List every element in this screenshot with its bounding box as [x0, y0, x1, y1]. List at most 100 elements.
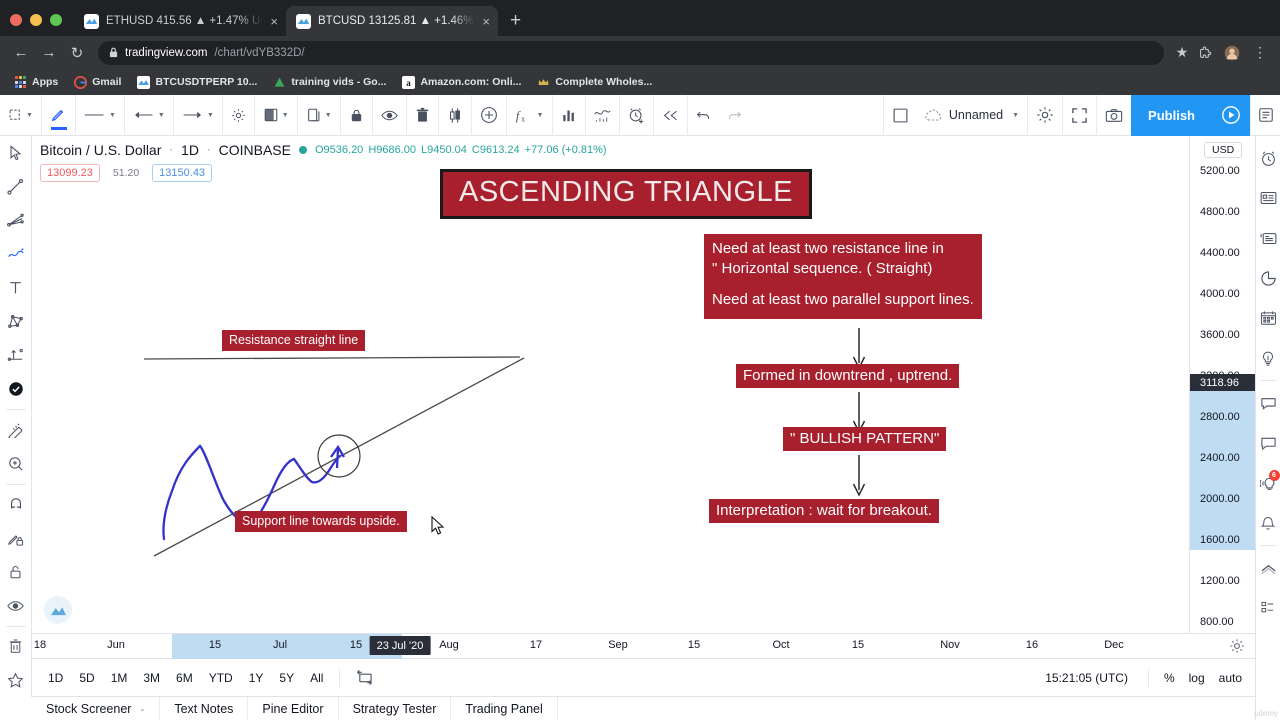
magnet-tool[interactable] — [0, 372, 32, 406]
minimize-window-button[interactable] — [30, 14, 42, 26]
fullscreen-button[interactable] — [1062, 94, 1096, 136]
shape-tool[interactable]: ▼ — [253, 94, 297, 136]
play-circle-icon[interactable] — [1212, 94, 1250, 136]
fib-tool[interactable] — [0, 204, 32, 238]
pattern-tool[interactable] — [0, 305, 32, 339]
snapshot-button[interactable] — [1096, 94, 1131, 136]
list-menu-icon[interactable] — [1250, 94, 1280, 136]
undo-tool[interactable] — [686, 94, 719, 136]
bookmark-training-vids[interactable]: training vids - Go... — [265, 76, 394, 89]
public-chats-icon[interactable] — [1256, 423, 1280, 463]
text-tool[interactable] — [0, 271, 32, 305]
calendar-icon[interactable] — [1256, 298, 1280, 338]
forward-icon[interactable]: → — [36, 40, 62, 66]
scale-log-button[interactable]: log — [1182, 671, 1212, 685]
bookmark-btcusdtperp[interactable]: BTCUSDTPERP 10... — [129, 75, 265, 89]
trend-line-tool[interactable] — [0, 170, 32, 204]
streams-icon[interactable]: 6 — [1256, 463, 1280, 503]
tab-text-notes[interactable]: Text Notes — [160, 697, 249, 720]
price-scale[interactable]: USD 5200.00 4800.00 4400.00 4000.00 3600… — [1189, 136, 1255, 633]
bookmark-amazon[interactable]: a Amazon.com: Onli... — [394, 75, 529, 89]
magnet-mode-tool[interactable] — [0, 488, 32, 522]
cursor-tool[interactable] — [0, 136, 32, 170]
timeframe-1y[interactable]: 1Y — [241, 671, 272, 685]
watchlist-icon[interactable] — [1256, 138, 1280, 178]
trend-line-tool[interactable]: ▼ — [74, 94, 124, 136]
alerts-icon[interactable] — [1256, 503, 1280, 543]
magnet-settings-tool[interactable] — [221, 94, 254, 136]
collapse-icon[interactable] — [1256, 548, 1280, 588]
browser-tab-btc[interactable]: BTCUSD 13125.81 ▲ +1.46% U × — [286, 6, 498, 36]
timeframe-1m[interactable]: 1M — [103, 671, 136, 685]
timeframe-ytd[interactable]: YTD — [201, 671, 241, 685]
remove-drawings-tool[interactable] — [0, 630, 32, 664]
new-tab-button[interactable]: + — [498, 11, 533, 36]
bookmark-complete-wholes[interactable]: Complete Wholes... — [529, 76, 660, 89]
close-icon[interactable]: × — [270, 15, 278, 28]
redo-tool[interactable] — [719, 95, 750, 136]
address-bar[interactable]: tradingview.com/chart/vdYB332D/ — [98, 40, 1164, 65]
reload-icon[interactable]: ↻ — [64, 40, 90, 66]
scale-percent-button[interactable]: % — [1157, 671, 1182, 685]
replay-back-tool[interactable] — [652, 94, 687, 136]
back-icon[interactable]: ← — [8, 40, 34, 66]
forecast-tool[interactable] — [0, 339, 32, 373]
compare-tool[interactable] — [584, 94, 619, 136]
timeframe-5y[interactable]: 5Y — [271, 671, 302, 685]
browser-menu-icon[interactable]: ⋮ — [1250, 44, 1270, 61]
alert-tool[interactable] — [618, 94, 653, 136]
scale-auto-button[interactable]: auto — [1212, 671, 1249, 685]
puzzle-icon[interactable] — [1198, 45, 1218, 60]
visibility-tool[interactable] — [371, 94, 406, 136]
drawing-lock-tool[interactable] — [0, 521, 32, 555]
favorites-tool[interactable] — [0, 663, 32, 697]
avatar-icon[interactable] — [1224, 45, 1244, 61]
pencil-tool[interactable] — [40, 94, 75, 136]
zoom-tool[interactable] — [0, 447, 32, 481]
brush-tool[interactable] — [0, 237, 32, 271]
bookmark-star-icon[interactable]: ★ — [1172, 44, 1192, 61]
hide-all-tool[interactable] — [0, 589, 32, 623]
fx-indicators-tool[interactable]: f x ▼ — [505, 94, 552, 136]
tab-stock-screener[interactable]: Stock Screener ⌄ — [32, 697, 161, 720]
copy-tool[interactable]: ▼ — [296, 94, 340, 136]
tab-strategy-tester[interactable]: Strategy Tester — [339, 697, 452, 720]
tab-pine-editor[interactable]: Pine Editor — [248, 697, 339, 720]
maximize-window-button[interactable] — [50, 14, 62, 26]
browser-tab-eth[interactable]: ETHUSD 415.56 ▲ +1.47% Uni × — [74, 6, 286, 36]
data-window-icon[interactable] — [1256, 258, 1280, 298]
ideas-icon[interactable] — [1256, 338, 1280, 378]
timeframe-6m[interactable]: 6M — [168, 671, 201, 685]
chart-canvas[interactable]: Bitcoin / U.S. Dollar · 1D · COINBASE O9… — [32, 136, 1189, 633]
chart-settings-button[interactable] — [1027, 94, 1062, 136]
objects-tree-icon[interactable] — [1256, 588, 1280, 628]
date-range-icon[interactable] — [348, 670, 381, 685]
layout-name-button[interactable]: Unnamed ▼ — [917, 108, 1027, 122]
bar-replay-tool[interactable] — [551, 94, 585, 136]
news-icon[interactable] — [1256, 218, 1280, 258]
bookmark-apps[interactable]: Apps — [6, 76, 66, 89]
cross-cursor-tool[interactable]: ▼ — [0, 95, 41, 136]
delete-tool[interactable] — [405, 94, 438, 136]
candle-style-tool[interactable] — [437, 94, 471, 136]
timeframe-1d[interactable]: 1D — [40, 671, 71, 685]
details-icon[interactable] — [1256, 178, 1280, 218]
window-controls[interactable] — [0, 14, 74, 36]
currency-chip[interactable]: USD — [1204, 142, 1243, 158]
timeframe-3m[interactable]: 3M — [135, 671, 168, 685]
bookmark-gmail[interactable]: Gmail — [66, 75, 129, 89]
layout-select-button[interactable] — [882, 94, 917, 136]
interval-label[interactable]: 1D — [181, 142, 199, 158]
chat-icon[interactable] — [1256, 383, 1280, 423]
chevron-down-icon[interactable]: ⌄ — [139, 705, 145, 713]
tab-trading-panel[interactable]: Trading Panel — [451, 697, 558, 720]
lock-all-tool[interactable] — [0, 555, 32, 589]
close-window-button[interactable] — [10, 14, 22, 26]
timeframe-all[interactable]: All — [302, 671, 331, 685]
add-indicator-tool[interactable] — [470, 94, 506, 136]
timeframe-5d[interactable]: 5D — [71, 671, 102, 685]
measure-tool[interactable] — [0, 413, 32, 447]
arrow-right-tool[interactable]: ▼ — [172, 94, 222, 136]
publish-button[interactable]: Publish — [1131, 94, 1212, 136]
arrow-left-tool[interactable]: ▼ — [123, 94, 173, 136]
